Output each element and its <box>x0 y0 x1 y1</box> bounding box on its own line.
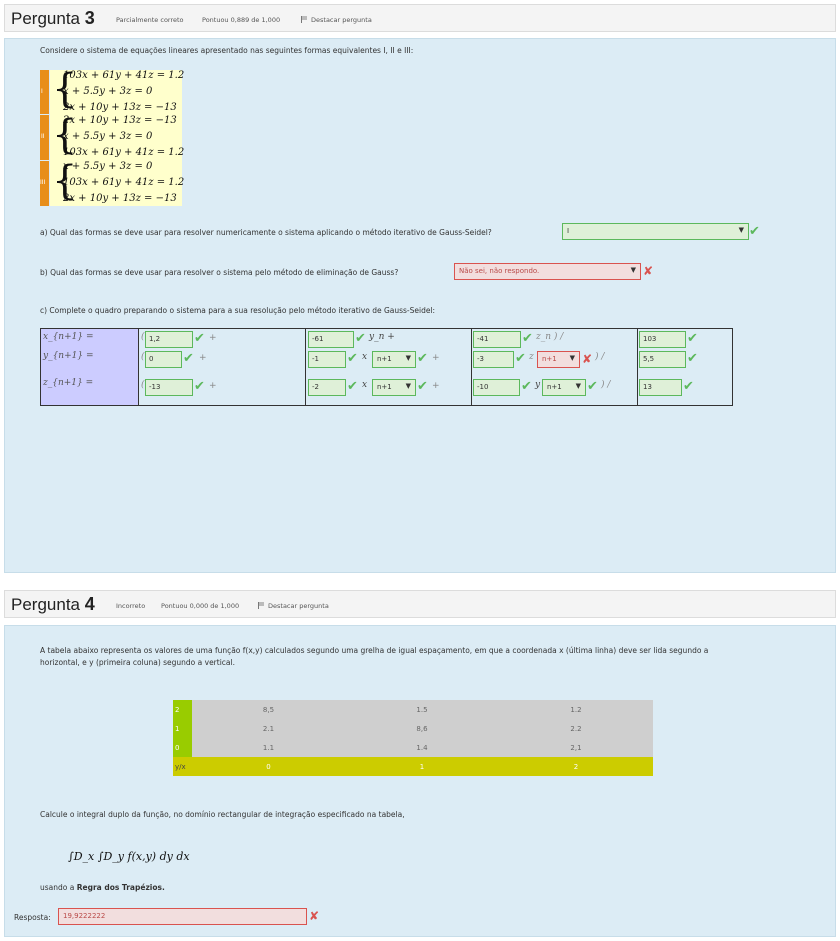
question-4-title: Pergunta 4 <box>11 594 95 614</box>
system-ii-eq-2: x + 5.5y + 3z = 0 <box>63 131 153 142</box>
part-a-select[interactable]: I ▼ <box>562 223 749 240</box>
z-row-y-index-select[interactable]: n+1 ▼ <box>542 379 586 396</box>
table-row: 1 2.1 8,6 2.2 <box>173 719 653 738</box>
z-row-divisor-input[interactable]: 13 <box>639 379 682 396</box>
system-i-eq-1: 103x + 61y + 41z = 1.2 <box>63 70 185 81</box>
check-icon: ✔ <box>194 331 205 346</box>
integral-formula: ∫D_x ∫D_y f(x,y) dy dx <box>68 850 190 863</box>
x-row-divisor-input[interactable]: 103 <box>639 331 686 348</box>
check-icon: ✔ <box>417 351 428 366</box>
table-row: 2 8,5 1.5 1.2 <box>173 700 653 719</box>
x-row-coef-z-input[interactable]: -41 <box>473 331 521 348</box>
question-4-intro-line-1: A tabela abaixo representa os valores de… <box>40 646 709 655</box>
check-icon: ✔ <box>522 331 533 346</box>
check-icon: ✔ <box>749 224 760 239</box>
check-icon: ✔ <box>355 331 366 346</box>
check-icon: ✔ <box>687 331 698 346</box>
part-b-question: b) Qual das formas se deve usar para res… <box>40 268 399 277</box>
row-label-x: x_{n+1} = <box>43 332 94 342</box>
chevron-down-icon: ▼ <box>569 354 575 362</box>
question-3-title: Pergunta 3 <box>11 8 95 28</box>
cross-icon: ✘ <box>309 909 320 923</box>
check-icon: ✔ <box>417 379 428 394</box>
system-ii-eq-3: 103x + 61y + 41z = 1.2 <box>63 147 185 158</box>
question-3-state: Parcialmente correto <box>116 16 184 24</box>
question-3-flag-link[interactable]: Destacar pergunta <box>301 16 372 24</box>
y-row-constant-input[interactable]: 0 <box>145 351 182 368</box>
x-row-var-z: z_n ) / <box>536 332 564 342</box>
y-row-close: ) / <box>595 352 605 362</box>
function-values-table: 2 8,5 1.5 1.2 1 2.1 8,6 2.2 0 1.1 1.4 2,… <box>173 700 653 776</box>
question-4-state: Incorreto <box>116 602 146 610</box>
y-row-coef-x-input[interactable]: -1 <box>308 351 346 368</box>
system-ii-eq-1: 2x + 10y + 13z = −13 <box>63 115 177 126</box>
system-i-eq-3: 2x + 10y + 13z = −13 <box>63 102 177 113</box>
question-4-grade: Pontuou 0,000 de 1,000 <box>161 602 240 610</box>
y-row-z-index-select[interactable]: n+1 ▼ <box>537 351 580 368</box>
chevron-down-icon: ▼ <box>405 382 411 390</box>
x-row-coef-y-input[interactable]: -61 <box>308 331 354 348</box>
question-4-header: Pergunta 4 Incorreto Pontuou 0,000 de 1,… <box>4 590 836 618</box>
part-a-question: a) Qual das formas se deve usar para res… <box>40 228 492 237</box>
part-b-select[interactable]: Não sei, não respondo. ▼ <box>454 263 641 280</box>
question-4-flag-link[interactable]: Destacar pergunta <box>258 602 329 610</box>
z-row-coef-y-input[interactable]: -10 <box>473 379 520 396</box>
question-3-intro: Considere o sistema de equações lineares… <box>40 46 414 55</box>
check-icon: ✔ <box>687 351 698 366</box>
system-iii-eq-1: x + 5.5y + 3z = 0 <box>63 161 153 172</box>
check-icon: ✔ <box>194 379 205 394</box>
y-row-var-x: x <box>362 352 368 362</box>
table-row: 0 1.1 1.4 2,1 <box>173 738 653 757</box>
table-row: y/x 0 1 2 <box>173 757 653 776</box>
system-ii-label: II <box>40 115 49 160</box>
x-row-constant-input[interactable]: 1,2 <box>145 331 193 348</box>
chevron-down-icon: ▼ <box>405 354 411 362</box>
z-row-x-index-select[interactable]: n+1 ▼ <box>372 379 416 396</box>
check-icon: ✔ <box>347 351 358 366</box>
system-iii-eq-2: 103x + 61y + 41z = 1.2 <box>63 177 185 188</box>
row-label-y: y_{n+1} = <box>43 351 94 361</box>
z-row-var-x: x <box>362 380 368 390</box>
question-3-header: Pergunta 3 Parcialmente correto Pontuou … <box>4 4 836 32</box>
check-icon: ✔ <box>521 379 532 394</box>
question-4-prompt: Calcule o integral duplo da função, no d… <box>40 810 405 819</box>
part-c-question: c) Complete o quadro preparando o sistem… <box>40 306 436 315</box>
y-row-x-index-select[interactable]: n+1 ▼ <box>372 351 416 368</box>
chevron-down-icon: ▼ <box>738 226 744 234</box>
z-row-constant-input[interactable]: -13 <box>145 379 193 396</box>
row-label-z: z_{n+1} = <box>43 378 94 388</box>
system-i-eq-2: x + 5.5y + 3z = 0 <box>63 86 153 97</box>
z-row-var-y: y <box>535 380 541 390</box>
cross-icon: ✘ <box>643 264 654 278</box>
x-row-var-y: y_n + <box>369 332 395 342</box>
chevron-down-icon: ▼ <box>630 266 636 274</box>
check-icon: ✔ <box>683 379 694 394</box>
z-row-coef-x-input[interactable]: -2 <box>308 379 346 396</box>
question-4-intro-line-2: horizontal, e y (primeira coluna) segund… <box>40 658 235 667</box>
question-3-grade: Pontuou 0,889 de 1,000 <box>202 16 281 24</box>
check-icon: ✔ <box>587 379 598 394</box>
system-iii-label: III <box>40 161 49 206</box>
question-4-method: usando a Regra dos Trapézios. <box>40 883 165 892</box>
check-icon: ✔ <box>347 379 358 394</box>
cross-icon: ✘ <box>582 352 593 366</box>
system-i-label: I <box>40 70 49 114</box>
answer-input[interactable]: 19,9222222 <box>58 908 307 925</box>
y-row-coef-z-input[interactable]: -3 <box>473 351 514 368</box>
flag-icon <box>301 16 308 23</box>
check-icon: ✔ <box>183 351 194 366</box>
chevron-down-icon: ▼ <box>575 382 581 390</box>
flag-icon <box>258 602 265 609</box>
answer-label: Resposta: <box>14 913 51 922</box>
y-row-divisor-input[interactable]: 5,5 <box>639 351 686 368</box>
system-iii-eq-3: 2x + 10y + 13z = −13 <box>63 193 177 204</box>
y-row-var-z: z <box>529 352 534 362</box>
check-icon: ✔ <box>515 351 526 366</box>
z-row-close: ) / <box>601 380 611 390</box>
